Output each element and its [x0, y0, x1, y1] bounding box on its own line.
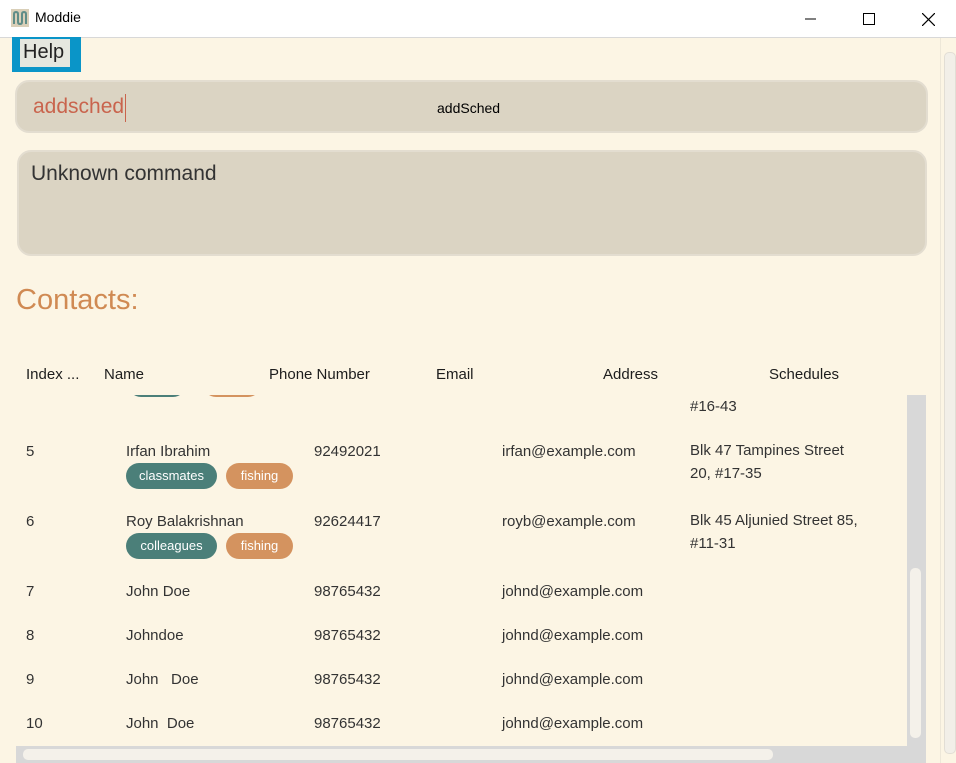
maximize-button[interactable]: [846, 0, 892, 37]
table-row[interactable]: #16-43: [16, 395, 907, 435]
email-cell: johnd@example.com: [502, 715, 644, 732]
phone-cell: 98765432: [314, 671, 381, 688]
minimize-button[interactable]: [788, 0, 834, 37]
tag-fishing: fishing: [226, 463, 293, 489]
index-cell: 9: [26, 671, 35, 688]
email-cell: johnd@example.com: [502, 627, 644, 644]
tag-colleagues: colleagues: [126, 533, 217, 559]
column-header-schedules[interactable]: Schedules: [769, 366, 839, 383]
name-cell: Johndoe: [126, 627, 184, 644]
column-header-phone[interactable]: Phone Number: [269, 366, 370, 383]
name-cell: John Doe: [126, 715, 195, 732]
phone-cell: 98765432: [314, 583, 381, 600]
column-header-name[interactable]: Name: [104, 366, 144, 383]
window-vertical-scroll-thumb[interactable]: [944, 52, 956, 754]
table-row[interactable]: 9 John Doe 98765432 johnd@example.com: [16, 663, 907, 707]
tag-chip: [128, 395, 186, 397]
column-header-address[interactable]: Address: [603, 366, 658, 383]
table-row[interactable]: 5 Irfan Ibrahim classmates fishing 92492…: [16, 435, 907, 507]
title-bar: Moddie: [0, 0, 956, 38]
help-menu-highlight: Help: [12, 37, 81, 72]
table-row[interactable]: 10 John Doe 98765432 johnd@example.com: [16, 707, 907, 747]
email-cell: johnd@example.com: [502, 583, 644, 600]
email-cell: irfan@example.com: [502, 443, 636, 460]
minimize-icon: [805, 18, 816, 20]
result-message: Unknown command: [31, 162, 217, 185]
column-header-email[interactable]: Email: [436, 366, 474, 383]
close-button[interactable]: [905, 0, 951, 37]
table-row[interactable]: 6 Roy Balakrishnan colleagues fishing 92…: [16, 505, 907, 577]
address-cell: Blk 47 Tampines Street 20, #17-35: [690, 442, 844, 482]
name-cell: Roy Balakrishnan: [126, 513, 244, 530]
column-header-index[interactable]: Index ...: [26, 366, 79, 383]
phone-cell: 98765432: [314, 627, 381, 644]
command-suggestion: addSched: [437, 100, 501, 116]
table-horizontal-scrollbar[interactable]: [16, 746, 926, 763]
phone-cell: 92624417: [314, 513, 381, 530]
command-input-text: addsched: [33, 95, 125, 118]
index-cell: 10: [26, 715, 43, 732]
command-box[interactable]: addsched addSched: [15, 80, 928, 133]
contacts-heading: Contacts:: [16, 284, 139, 316]
tag-classmates: classmates: [126, 463, 217, 489]
address-cell: #16-43: [690, 398, 737, 415]
table-vertical-scrollbar[interactable]: [907, 395, 926, 747]
text-caret: [125, 94, 126, 122]
index-cell: 6: [26, 513, 35, 530]
name-cell: John Doe: [126, 583, 191, 600]
table-vertical-scroll-thumb[interactable]: [910, 568, 921, 738]
help-menu[interactable]: Help: [20, 39, 70, 67]
contacts-table: #16-43 5 Irfan Ibrahim classmates fishin…: [16, 395, 907, 747]
tag-chip: [203, 395, 261, 397]
window-vertical-scrollbar[interactable]: [940, 38, 956, 763]
index-cell: 5: [26, 443, 35, 460]
window-title: Moddie: [35, 9, 81, 25]
phone-cell: 98765432: [314, 715, 381, 732]
index-cell: 8: [26, 627, 35, 644]
result-display[interactable]: Unknown command: [17, 150, 927, 256]
table-horizontal-scroll-thumb[interactable]: [23, 749, 773, 760]
name-cell: Irfan Ibrahim: [126, 443, 211, 460]
close-icon: [922, 13, 935, 26]
app-logo-icon: [11, 9, 29, 27]
email-cell: johnd@example.com: [502, 671, 644, 688]
maximize-icon: [863, 13, 875, 25]
name-cell: John Doe: [126, 671, 199, 688]
email-cell: royb@example.com: [502, 513, 636, 530]
address-cell: Blk 45 Aljunied Street 85, #11-31: [690, 512, 858, 552]
table-row[interactable]: 7 John Doe 98765432 johnd@example.com: [16, 575, 907, 619]
phone-cell: 92492021: [314, 443, 381, 460]
table-row[interactable]: 8 Johndoe 98765432 johnd@example.com: [16, 619, 907, 663]
tag-fishing: fishing: [226, 533, 293, 559]
index-cell: 7: [26, 583, 35, 600]
